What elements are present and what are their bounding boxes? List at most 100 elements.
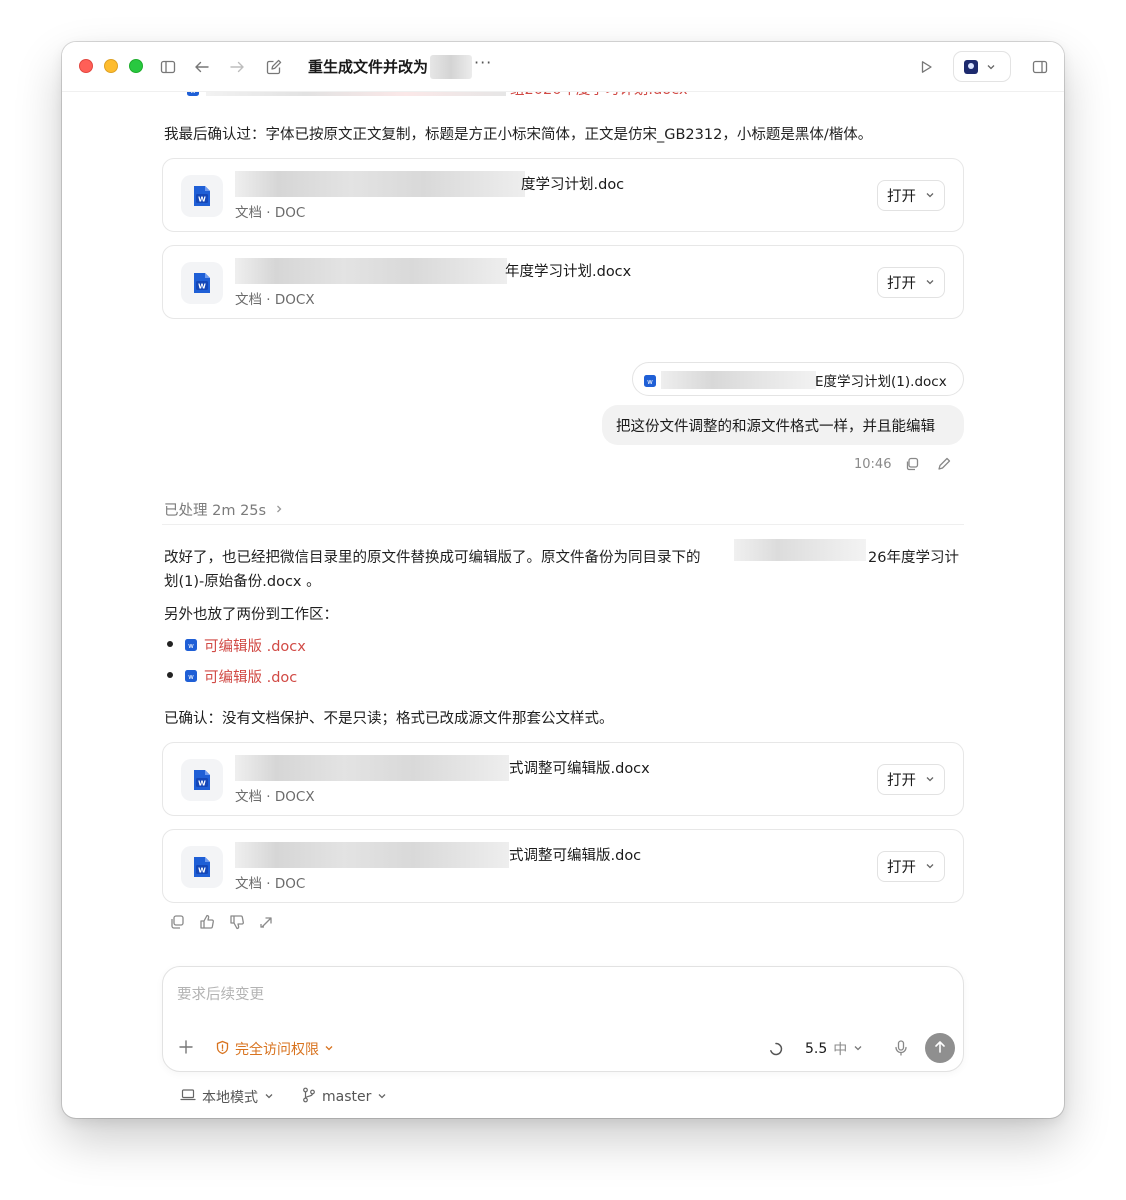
processed-label: 已处理 2m 25s: [164, 503, 267, 519]
chevron-down-icon: [925, 859, 935, 875]
word-file-icon: w: [184, 637, 198, 656]
open-button[interactable]: 打开: [877, 764, 945, 795]
close-window-button[interactable]: [79, 59, 93, 73]
composer: 要求后续变更 完全访问权限 5.5 中: [162, 966, 964, 1072]
copy-icon[interactable]: [168, 913, 186, 931]
model-version: 5.5: [805, 1041, 828, 1057]
open-button[interactable]: 打开: [877, 267, 945, 298]
svg-text:W: W: [198, 867, 206, 875]
word-file-icon: w: [184, 668, 198, 687]
confirm-text-2: 已确认：没有文档保护、不是只读；格式已改成源文件那套公文样式。: [164, 711, 614, 727]
redacted-region: [430, 55, 472, 79]
model-chip-button[interactable]: [953, 51, 1011, 82]
model-selector[interactable]: 5.5 中: [805, 1039, 863, 1059]
message-time: 10:46: [854, 457, 892, 472]
sidebar-toggle-icon[interactable]: [156, 55, 180, 79]
file-name: 式调整可编辑版.docx: [509, 761, 650, 777]
back-arrow-icon[interactable]: [190, 55, 214, 79]
chevron-down-icon: [324, 1041, 334, 1057]
chevron-down-icon: [853, 1041, 863, 1057]
chevron-down-icon: [925, 188, 935, 204]
reply-line-2: 划(1)-原始备份.docx 。: [164, 570, 321, 591]
file-meta: 文档 · DOC: [235, 205, 306, 221]
open-label: 打开: [887, 276, 916, 292]
reasoning-level: 中: [833, 1042, 848, 1058]
copy-icon[interactable]: [904, 456, 920, 476]
user-attachment-chip[interactable]: w E度学习计划(1).docx: [632, 362, 964, 396]
chevron-down-icon: [986, 57, 996, 76]
workspace-intro: 另外也放了两份到工作区：: [164, 607, 338, 623]
zoom-window-button[interactable]: [129, 59, 143, 73]
word-file-icon: W: [181, 846, 223, 888]
user-message: 把这份文件调整的和源文件格式一样，并且能编辑: [602, 405, 964, 445]
open-label: 打开: [887, 189, 916, 205]
composer-input[interactable]: 要求后续变更: [177, 983, 264, 1004]
redacted-region: [235, 258, 507, 284]
local-mode-label: 本地模式: [202, 1090, 258, 1106]
chevron-down-icon: [925, 275, 935, 291]
arrow-up-icon: [933, 1039, 947, 1058]
svg-text:w: w: [647, 378, 653, 386]
chevron-down-icon: [377, 1089, 387, 1105]
bullet: [167, 641, 173, 647]
file-name: 式调整可编辑版.doc: [509, 848, 642, 864]
reply-line-2-end: 。: [306, 574, 321, 590]
share-icon[interactable]: [258, 913, 276, 931]
file-name: 度学习计划.doc: [521, 177, 625, 193]
branch-selector[interactable]: master: [302, 1087, 387, 1107]
thumbs-up-icon[interactable]: [198, 913, 216, 931]
git-branch-icon: [302, 1087, 316, 1107]
new-chat-icon[interactable]: [262, 55, 286, 79]
redacted-region: [235, 171, 525, 197]
access-label: 完全访问权限: [235, 1042, 319, 1058]
svg-text:w: w: [188, 642, 194, 650]
chat-content: w 组2026年度学习计划.docx 我最后确认过：字体已按原文正文复制，标题是…: [62, 42, 1064, 1118]
plus-icon[interactable]: [177, 1038, 195, 1060]
file-meta: 文档 · DOCX: [235, 789, 315, 805]
open-label: 打开: [887, 773, 916, 789]
attachment-name: E度学习计划(1).docx: [815, 374, 947, 390]
reply-line-1: 改好了，也已经把微信目录里的原文件替换成可编辑版了。原文件备份为同目录下的: [164, 550, 701, 566]
file-meta: 文档 · DOCX: [235, 292, 315, 308]
thumbs-down-icon[interactable]: [228, 913, 246, 931]
backup-filename: 划(1)-原始备份.docx: [164, 574, 302, 590]
assistant-confirm-text: 我最后确认过：字体已按原文正文复制，标题是方正小标宋简体，正文是仿宋_GB231…: [164, 127, 873, 143]
branch-label: master: [322, 1089, 372, 1105]
edit-icon[interactable]: [936, 456, 952, 476]
reply-line-1-tail: 26年度学习计: [868, 550, 959, 566]
svg-text:W: W: [198, 283, 206, 291]
divider: [162, 524, 964, 525]
open-button[interactable]: 打开: [877, 180, 945, 211]
processed-toggle[interactable]: 已处理 2m 25s: [164, 499, 284, 520]
file-name: 年度学习计划.docx: [505, 264, 632, 280]
bullet: [167, 672, 173, 678]
file-card[interactable]: W 年度学习计划.docx 文档 · DOCX 打开: [162, 245, 964, 319]
word-file-icon: W: [181, 262, 223, 304]
word-file-icon: w: [643, 373, 657, 392]
word-file-icon: W: [181, 175, 223, 217]
file-card[interactable]: W 式调整可编辑版.doc 文档 · DOC 打开: [162, 829, 964, 903]
warning-icon: [215, 1040, 230, 1059]
window-title: 重生成文件并改为: [308, 58, 429, 76]
more-options-button[interactable]: ···: [474, 53, 492, 72]
redacted-region: [235, 755, 509, 781]
minimize-window-button[interactable]: [104, 59, 118, 73]
microphone-icon[interactable]: [893, 1039, 909, 1061]
redacted-region: [235, 842, 509, 868]
workspace-file-link[interactable]: 可编辑版 .docx: [204, 635, 306, 656]
redacted-region: [661, 371, 816, 389]
file-card[interactable]: W 式调整可编辑版.docx 文档 · DOCX 打开: [162, 742, 964, 816]
open-button[interactable]: 打开: [877, 851, 945, 882]
file-card[interactable]: W 度学习计划.doc 文档 · DOC 打开: [162, 158, 964, 232]
svg-text:w: w: [188, 673, 194, 681]
send-button[interactable]: [925, 1033, 955, 1063]
workspace-file-link[interactable]: 可编辑版 .doc: [204, 666, 297, 687]
play-icon[interactable]: [914, 55, 938, 79]
loading-spinner-icon: [769, 1041, 783, 1060]
right-panel-toggle-icon[interactable]: [1028, 55, 1052, 79]
chevron-down-icon: [925, 772, 935, 788]
redacted-region: [734, 539, 866, 561]
access-permission-dropdown[interactable]: 完全访问权限: [215, 1039, 334, 1059]
local-mode-selector[interactable]: 本地模式: [180, 1087, 274, 1107]
forward-arrow-icon[interactable]: [225, 55, 249, 79]
